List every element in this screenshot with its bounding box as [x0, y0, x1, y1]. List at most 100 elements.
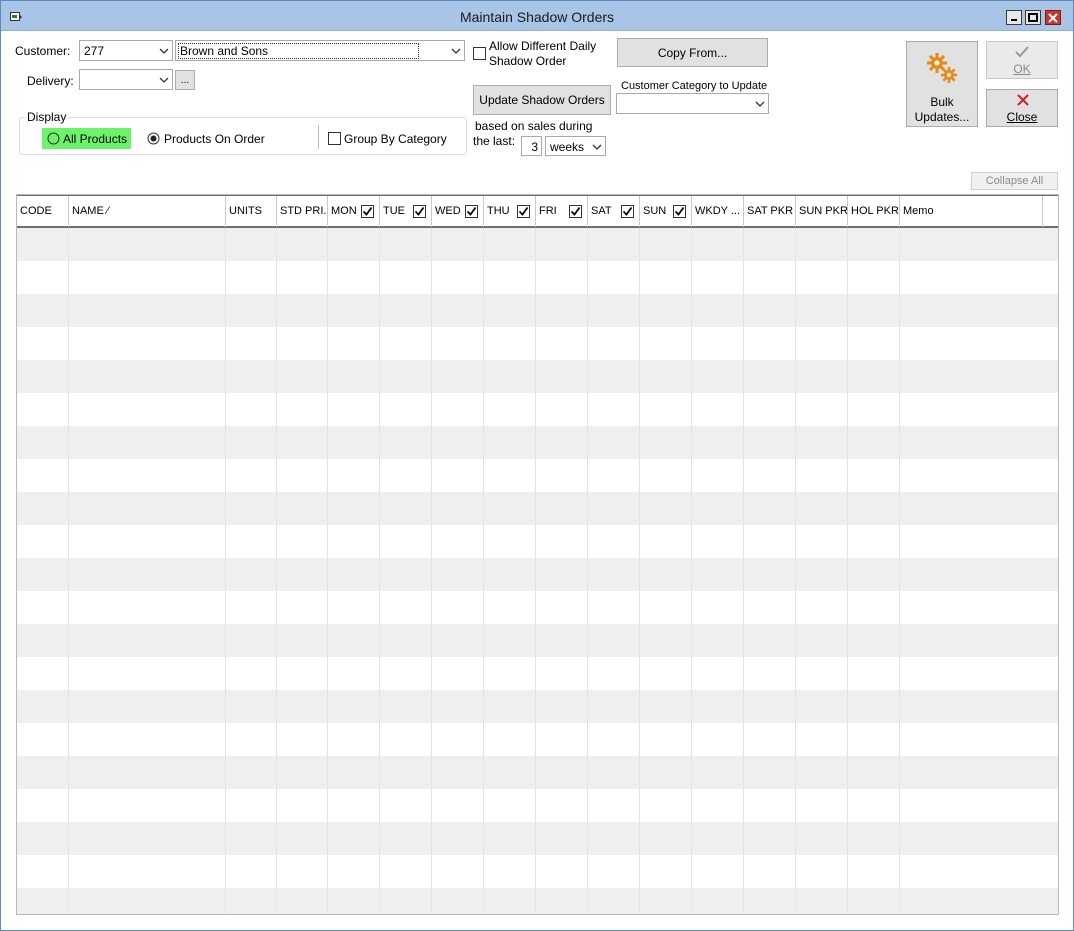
customer-code-select[interactable]: 277: [79, 40, 173, 61]
checkmark-icon: [362, 206, 373, 216]
table-row[interactable]: [17, 855, 1058, 888]
table-row[interactable]: [17, 789, 1058, 822]
column-header-label: NAME ⁄: [72, 205, 109, 217]
column-header-code[interactable]: CODE: [17, 196, 69, 227]
products-on-order-label: Products On Order: [164, 132, 265, 146]
column-divider: [68, 228, 69, 914]
table-row[interactable]: [17, 294, 1058, 327]
customer-name-select[interactable]: Brown and Sons: [175, 40, 465, 61]
column-header-tue[interactable]: TUE: [380, 196, 432, 227]
period-unit-select[interactable]: weeks: [545, 136, 606, 156]
column-header-holpkr[interactable]: HOL PKR: [848, 196, 900, 227]
radio-unchecked-icon: [47, 132, 60, 145]
table-row[interactable]: [17, 393, 1058, 426]
all-products-radio[interactable]: All Products: [42, 128, 131, 149]
period-unit-value: weeks: [550, 140, 585, 154]
display-group-label: Display: [25, 110, 69, 124]
column-header-label: SUN PKR: [799, 205, 848, 217]
column-header-label: HOL PKR: [851, 205, 899, 217]
column-divider: [276, 228, 277, 914]
allow-different-label-line1: Allow Different Daily: [489, 39, 597, 53]
column-checkbox-thu[interactable]: [517, 205, 530, 218]
chevron-down-icon: [755, 101, 765, 107]
column-header-sun[interactable]: SUN: [640, 196, 692, 227]
column-header-wkdy[interactable]: WKDY ...: [692, 196, 744, 227]
column-header-fri[interactable]: FRI: [536, 196, 588, 227]
column-header-label: TUE: [383, 205, 405, 217]
table-row[interactable]: [17, 888, 1058, 914]
table-row[interactable]: [17, 459, 1058, 492]
close-window-button[interactable]: [1045, 10, 1061, 25]
table-row[interactable]: [17, 822, 1058, 855]
column-header-label: MON: [331, 205, 357, 217]
table-row[interactable]: [17, 690, 1058, 723]
table-row[interactable]: [17, 360, 1058, 393]
table-row[interactable]: [17, 756, 1058, 789]
table-row[interactable]: [17, 261, 1058, 294]
table-row[interactable]: [17, 525, 1058, 558]
minimize-button[interactable]: [1006, 10, 1022, 25]
ok-button[interactable]: OK: [986, 41, 1058, 79]
products-on-order-radio[interactable]: Products On Order: [147, 128, 287, 149]
column-header-mon[interactable]: MON: [328, 196, 380, 227]
title-bar: Maintain Shadow Orders: [1, 1, 1073, 31]
table-row[interactable]: [17, 558, 1058, 591]
chevron-down-icon: [159, 48, 169, 54]
column-header-std[interactable]: STD PRI...: [277, 196, 328, 227]
table-row[interactable]: [17, 591, 1058, 624]
update-shadow-orders-button[interactable]: Update Shadow Orders: [473, 85, 611, 115]
delivery-select[interactable]: [79, 69, 173, 90]
group-by-category-checkbox[interactable]: Group By Category: [328, 128, 463, 149]
maintain-shadow-orders-window: Maintain Shadow Orders Customer: 277 Bro…: [0, 0, 1074, 931]
radio-checked-icon: [147, 132, 160, 145]
column-header-label: WKDY ...: [695, 205, 741, 217]
customer-name-value: Brown and Sons: [178, 43, 420, 59]
weeks-count-input[interactable]: 3: [521, 136, 542, 156]
checkmark-icon: [518, 206, 529, 216]
column-header-memo[interactable]: Memo: [900, 196, 1043, 227]
table-row[interactable]: [17, 723, 1058, 756]
table-row[interactable]: [17, 327, 1058, 360]
column-header-wed[interactable]: WED: [432, 196, 484, 227]
bulk-updates-label-line2: Updates...: [914, 110, 970, 124]
column-header-name[interactable]: NAME ⁄: [69, 196, 226, 227]
checkmark-icon: [570, 206, 581, 216]
column-checkbox-sat[interactable]: [621, 205, 634, 218]
column-divider: [327, 228, 328, 914]
column-header-label: Memo: [903, 205, 934, 217]
bulk-updates-label-line1: Bulk: [930, 95, 954, 109]
close-icon: [1048, 12, 1058, 23]
column-header-sunpkr[interactable]: SUN PKR: [796, 196, 848, 227]
table-row[interactable]: [17, 426, 1058, 459]
column-header-label: SUN: [643, 205, 667, 217]
maximize-button[interactable]: [1025, 10, 1041, 25]
column-divider: [379, 228, 380, 914]
table-row[interactable]: [17, 492, 1058, 525]
bulk-updates-button[interactable]: Bulk Updates...: [906, 41, 978, 127]
table-row[interactable]: [17, 228, 1058, 261]
column-checkbox-fri[interactable]: [569, 205, 582, 218]
column-header-sat[interactable]: SAT: [588, 196, 640, 227]
column-checkbox-mon[interactable]: [361, 205, 374, 218]
column-header-satpkr[interactable]: SAT PKR: [744, 196, 796, 227]
window-title: Maintain Shadow Orders: [459, 9, 615, 25]
checkmark-icon: [1015, 46, 1029, 58]
column-checkbox-tue[interactable]: [413, 205, 426, 218]
column-checkbox-sun[interactable]: [673, 205, 686, 218]
checkmark-icon: [466, 206, 477, 216]
client-area: Customer: 277 Brown and Sons Delivery: .…: [7, 32, 1067, 925]
close-button[interactable]: Close: [986, 89, 1058, 127]
table-row[interactable]: [17, 657, 1058, 690]
column-header-units[interactable]: UNITS: [226, 196, 277, 227]
copy-from-button[interactable]: Copy From...: [617, 38, 768, 67]
column-header-thu[interactable]: THU: [484, 196, 536, 227]
collapse-all-button[interactable]: Collapse All: [971, 172, 1058, 190]
table-row[interactable]: [17, 624, 1058, 657]
column-divider: [899, 228, 900, 914]
customer-category-select[interactable]: [616, 93, 769, 114]
column-divider: [535, 228, 536, 914]
allow-different-daily-checkbox[interactable]: Allow Different Daily Shadow Order: [473, 38, 613, 70]
column-checkbox-wed[interactable]: [465, 205, 478, 218]
column-header-label: SAT PKR: [747, 205, 794, 217]
delivery-browse-button[interactable]: ...: [175, 70, 195, 90]
